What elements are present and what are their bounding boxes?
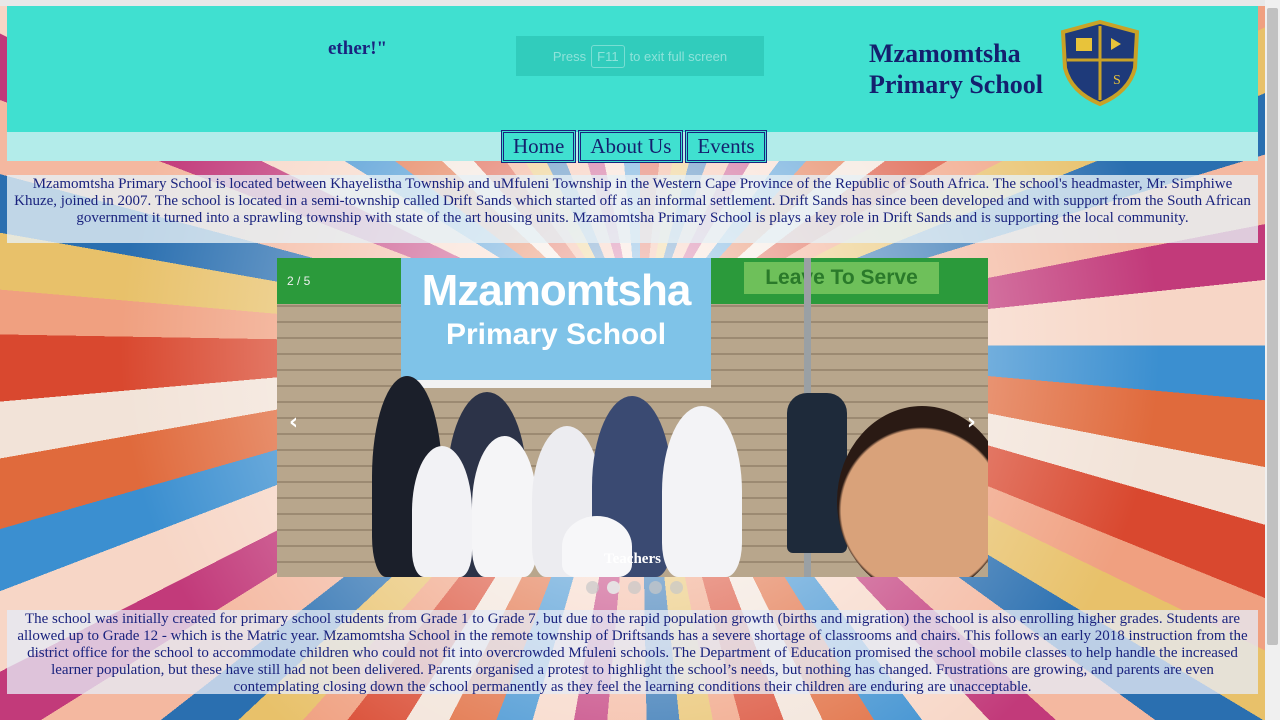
fullscreen-key: F11 <box>591 44 625 68</box>
fullscreen-notice-prefix: Press <box>552 48 587 64</box>
page-scrollbar[interactable] <box>1265 0 1280 720</box>
slide-counter: 2 / 5 <box>287 274 311 288</box>
slide-school-sign: Mzamomtsha Primary School <box>401 258 711 388</box>
slide-dot-3[interactable] <box>628 581 641 594</box>
main-nav: Home About Us Events <box>501 130 767 163</box>
sign-line2: Primary School <box>445 318 667 351</box>
fullscreen-notice: Press F11 to exit full screen <box>516 36 764 76</box>
nav-events-button[interactable]: Events <box>685 130 767 163</box>
slide-banner-sign: Leave To Serve <box>744 262 939 294</box>
scrollbar-thumb[interactable] <box>1267 8 1278 645</box>
slide-dots <box>586 581 683 594</box>
school-name-line1: Mzamomtsha <box>869 39 1021 68</box>
slide-dot-2[interactable] <box>607 581 620 594</box>
intro-paragraph: Mzamomtsha Primary School is located bet… <box>7 175 1258 243</box>
school-crest-icon: S <box>1060 20 1140 106</box>
marquee-ticker: ether!" <box>328 38 388 59</box>
site-header: ether!" Press F11 to exit full screen Mz… <box>7 6 1258 132</box>
slide-dot-4[interactable] <box>649 581 662 594</box>
photo-slideshow: Leave To Serve Mzamomtsha Primary School… <box>277 258 988 577</box>
prev-slide-arrow-icon[interactable]: ‹ <box>289 410 298 435</box>
history-paragraph: The school was initially created for pri… <box>7 610 1258 695</box>
slide-dot-5[interactable] <box>670 581 683 594</box>
slide-teacher-group <box>372 376 752 577</box>
sign-line1: Mzamomtsha <box>421 266 692 315</box>
svg-text:S: S <box>1113 73 1121 88</box>
school-name-line2: Primary School <box>869 70 1044 99</box>
slide-dot-1[interactable] <box>586 581 599 594</box>
nav-home-button[interactable]: Home <box>501 130 577 163</box>
slide-hanging-jacket <box>787 393 847 553</box>
next-slide-arrow-icon[interactable]: › <box>967 410 976 435</box>
fullscreen-notice-suffix: to exit full screen <box>629 48 728 64</box>
slide-caption: Teachers <box>604 551 661 567</box>
nav-about-button[interactable]: About Us <box>578 130 684 163</box>
school-name: Mzamomtsha Primary School <box>869 38 1043 100</box>
